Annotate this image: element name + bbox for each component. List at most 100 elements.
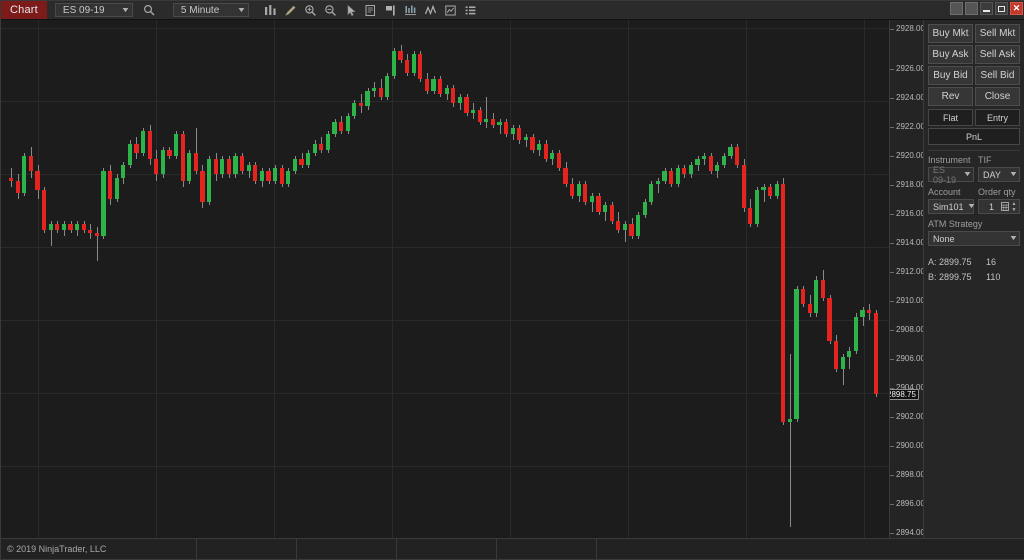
window-controls: ✕ — [950, 2, 1023, 15]
close-position-button[interactable]: Close — [975, 87, 1020, 106]
maximize-button[interactable] — [995, 2, 1008, 15]
candle-body-up — [702, 155, 707, 159]
buy-bid-button[interactable]: Buy Bid — [928, 66, 973, 85]
minimize-button[interactable] — [980, 2, 993, 15]
calculator-icon[interactable] — [1000, 202, 1010, 211]
candle-body-down — [418, 53, 423, 79]
zoom-in-icon[interactable] — [301, 1, 321, 19]
buy-market-button[interactable]: Buy Mkt — [928, 24, 973, 43]
candle-body-up — [695, 159, 700, 166]
candle-body-up — [160, 149, 165, 175]
candle-body-down — [596, 196, 601, 212]
close-button[interactable]: ✕ — [1010, 2, 1023, 15]
restore-down-button[interactable] — [950, 2, 963, 15]
candle-body-up — [345, 115, 350, 132]
instrument-field[interactable]: ES 09-19 ▼ — [928, 165, 974, 185]
cursor-pointer-icon[interactable] — [341, 1, 361, 19]
instrument-selector[interactable]: ES 09-19 ▼ — [54, 3, 133, 17]
status-bar: © 2019 NinjaTrader, LLC — [1, 538, 1024, 560]
chevron-down-icon: ▼ — [966, 203, 976, 210]
instrument-tif-row: Instrument ES 09-19 ▼ TIF DAY ▼ — [928, 155, 1020, 185]
candle-body-up — [774, 183, 779, 197]
snapshot-icon[interactable] — [441, 1, 461, 19]
candle-body-down — [405, 60, 410, 73]
indicator-icon[interactable] — [401, 1, 421, 19]
candle-body-down — [477, 109, 482, 122]
account-qty-row: Account Sim101 ▼ Order qty 1 ▲ ▼ — [928, 187, 1020, 214]
candle-body-down — [266, 171, 271, 181]
zoom-out-icon[interactable] — [321, 1, 341, 19]
candle-body-down — [504, 121, 509, 135]
candle-body-down — [820, 279, 825, 299]
price-axis-label: 2912.00 — [896, 267, 924, 276]
order-qty-spinner[interactable]: ▲ ▼ — [1010, 201, 1018, 213]
ask-label: A: — [928, 257, 937, 267]
candle-body-up — [787, 418, 792, 422]
buy-ask-button[interactable]: Buy Ask — [928, 45, 973, 64]
line-chart-icon[interactable] — [421, 1, 441, 19]
candle-body-down — [834, 341, 839, 370]
price-axis-label: 2906.00 — [896, 354, 924, 363]
candle-body-down — [682, 168, 687, 175]
atm-strategy-field[interactable]: None ▼ — [928, 231, 1020, 246]
reverse-close-row: Rev Close — [928, 87, 1020, 106]
price-axis[interactable]: 2928.00 2926.00 2924.00 2922.00 2920.00 2918.… — [889, 20, 924, 539]
account-field[interactable]: Sim101 ▼ — [928, 199, 976, 214]
bid-quote-row: B: 2899.75 110 — [928, 270, 1020, 285]
data-box-icon[interactable] — [361, 1, 381, 19]
candle-body-down — [748, 208, 753, 224]
candle-body-up — [174, 134, 179, 156]
tif-field-label: TIF — [978, 155, 992, 165]
candle-body-down — [253, 165, 258, 181]
price-chart[interactable] — [1, 20, 889, 539]
candle-body-down — [563, 168, 568, 184]
candle-body-up — [523, 137, 528, 141]
sell-bid-button[interactable]: Sell Bid — [975, 66, 1020, 85]
candle-body-down — [530, 137, 535, 150]
price-axis-tick — [890, 272, 894, 273]
price-axis-tick — [890, 243, 894, 244]
entry-display[interactable]: Entry — [975, 109, 1020, 126]
candle-body-down — [398, 50, 403, 61]
candle-body-up — [259, 171, 264, 181]
sell-market-button[interactable]: Sell Mkt — [975, 24, 1020, 43]
ask-size: 16 — [986, 257, 997, 267]
account-field-label: Account — [928, 187, 961, 197]
flat-display[interactable]: Flat — [928, 109, 973, 126]
status-cell-2 — [297, 538, 397, 560]
candle-body-up — [48, 223, 53, 231]
candle-body-down — [200, 171, 205, 203]
candle-body-up — [471, 109, 476, 113]
bar-chart-icon[interactable] — [261, 1, 281, 19]
order-qty-stepper[interactable]: 1 ▲ ▼ — [978, 199, 1020, 214]
restore-up-button[interactable] — [965, 2, 978, 15]
candle-body-down — [28, 155, 33, 172]
price-axis-tick — [890, 29, 894, 30]
price-axis-tick — [890, 301, 894, 302]
sell-ask-button[interactable]: Sell Ask — [975, 45, 1020, 64]
candle-body-up — [662, 171, 667, 181]
properties-list-icon[interactable] — [461, 1, 481, 19]
candle-body-down — [616, 220, 621, 231]
candle-body-up — [121, 165, 126, 178]
candle-body-down — [490, 118, 495, 126]
candle-body-down — [451, 87, 456, 104]
candle-body-down — [319, 143, 324, 150]
price-axis-label: 2928.00 — [896, 24, 924, 33]
pnl-display[interactable]: PnL — [928, 128, 1020, 145]
candle-body-up — [292, 159, 297, 172]
candle-body-down — [226, 159, 231, 175]
candle-body-down — [867, 310, 872, 314]
annotation-flag-icon[interactable] — [381, 1, 401, 19]
candle-body-up — [688, 165, 693, 175]
tif-field[interactable]: DAY ▼ — [978, 167, 1020, 182]
chart-tab[interactable]: Chart — [1, 1, 47, 19]
candle-wick — [486, 97, 487, 129]
draw-pencil-icon[interactable] — [281, 1, 301, 19]
spinner-down-icon[interactable]: ▼ — [1010, 207, 1018, 213]
candle-body-down — [81, 223, 86, 231]
search-icon[interactable] — [139, 1, 159, 19]
reverse-button[interactable]: Rev — [928, 87, 973, 106]
interval-selector[interactable]: 5 Minute ▼ — [172, 3, 249, 17]
candle-wick — [97, 226, 98, 261]
